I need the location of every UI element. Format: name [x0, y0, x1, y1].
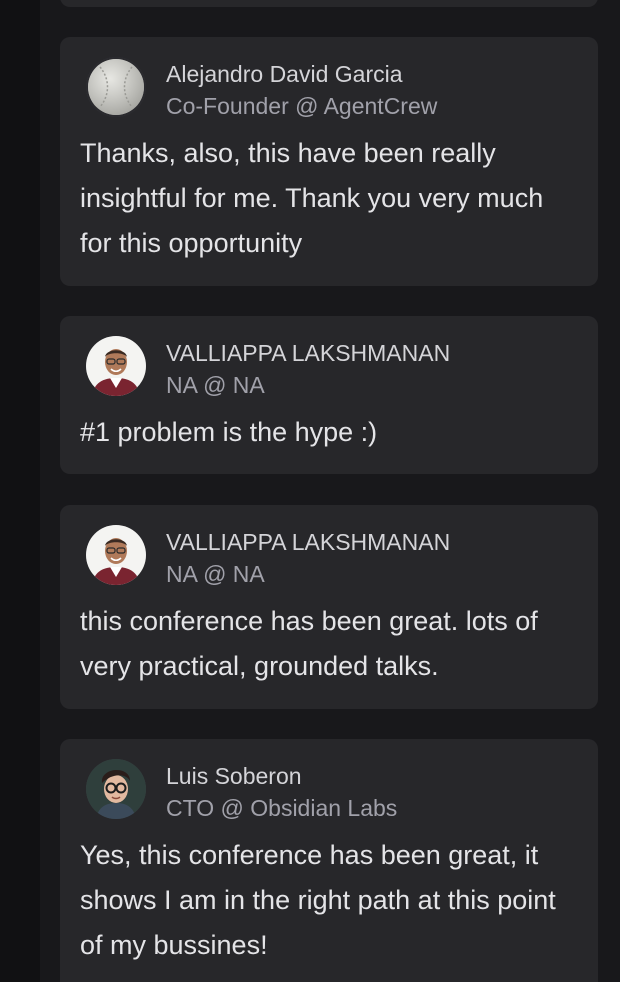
avatar[interactable]: [86, 57, 146, 117]
comment-card: Luis Soberon CTO @ Obsidian Labs Yes, th…: [60, 739, 598, 982]
comment-author: VALLIAPPA LAKSHMANAN NA @ NA: [86, 336, 586, 398]
comment-author: VALLIAPPA LAKSHMANAN NA @ NA: [86, 525, 586, 587]
avatar[interactable]: [86, 525, 146, 585]
comments-page: Alejandro David Garcia Co-Founder @ Agen…: [0, 0, 620, 982]
left-rail: [0, 0, 40, 982]
author-name[interactable]: Luis Soberon: [166, 761, 302, 791]
author-name[interactable]: VALLIAPPA LAKSHMANAN: [166, 338, 450, 368]
author-role: Co-Founder @ AgentCrew: [166, 93, 438, 119]
author-role: CTO @ Obsidian Labs: [166, 795, 398, 821]
avatar[interactable]: [86, 759, 146, 819]
person-photo-avatar-icon: [86, 336, 146, 396]
comment-text: Thanks, also, this have been really insi…: [80, 138, 544, 258]
comment-card: VALLIAPPA LAKSHMANAN NA @ NA this confer…: [60, 505, 598, 709]
author-name[interactable]: Alejandro David Garcia: [166, 59, 403, 89]
comment-author: Luis Soberon CTO @ Obsidian Labs: [86, 759, 586, 821]
comment-card-previous: [60, 0, 598, 7]
comment-text: Yes, this conference has been great, it …: [80, 840, 556, 960]
comment-author: Alejandro David Garcia Co-Founder @ Agen…: [86, 57, 586, 119]
author-name[interactable]: VALLIAPPA LAKSHMANAN: [166, 527, 450, 557]
comment-card: VALLIAPPA LAKSHMANAN NA @ NA #1 problem …: [60, 316, 598, 474]
comment-feed[interactable]: Alejandro David Garcia Co-Founder @ Agen…: [60, 0, 598, 982]
comment-card: Alejandro David Garcia Co-Founder @ Agen…: [60, 37, 598, 286]
person-photo-avatar-icon: [86, 525, 146, 585]
illustrated-avatar-icon: [86, 759, 146, 819]
author-role: NA @ NA: [166, 372, 265, 398]
comment-text: #1 problem is the hype :): [80, 417, 378, 447]
comment-text: this conference has been great. lots of …: [80, 606, 538, 681]
baseball-avatar-icon: [86, 57, 146, 117]
author-role: NA @ NA: [166, 561, 265, 587]
avatar[interactable]: [86, 336, 146, 396]
